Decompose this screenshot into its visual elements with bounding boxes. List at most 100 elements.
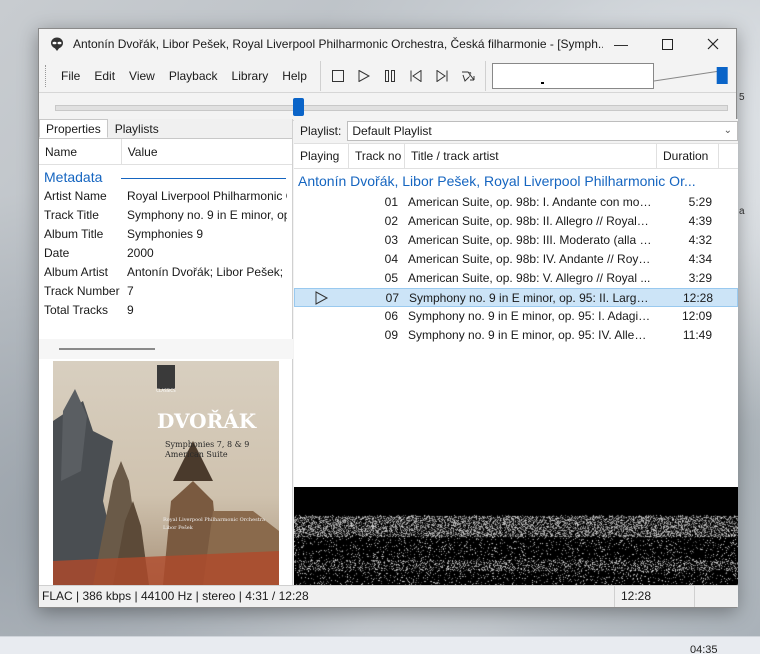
playing-cell (294, 307, 352, 326)
menu-edit[interactable]: Edit (87, 61, 122, 91)
track-row[interactable]: 07 Symphony no. 9 in E minor, op. 95: II.… (294, 288, 738, 307)
status-total-time: 12:28 (615, 586, 695, 607)
col-playing-header[interactable]: Playing (294, 144, 349, 168)
minimize-icon: — (614, 36, 628, 52)
track-title: American Suite, op. 98b: IV. Andante // … (408, 252, 652, 266)
left-tabs: Properties Playlists (39, 119, 292, 139)
playlist-panel: Playlist: Default Playlist ⌄ Playing Tra… (294, 119, 738, 585)
album-group-header[interactable]: Antonín Dvořák, Libor Pešek, Royal Liver… (294, 169, 714, 193)
alien-app-icon (49, 36, 65, 52)
close-button[interactable] (690, 29, 736, 59)
horizontal-scrollbar[interactable] (39, 339, 293, 359)
seek-track[interactable] (55, 105, 728, 111)
track-number: 04 (384, 252, 398, 266)
menu-help[interactable]: Help (275, 61, 314, 91)
tab-properties[interactable]: Properties (39, 119, 108, 138)
track-row[interactable]: 01 American Suite, op. 98b: I. Andante co… (294, 193, 738, 212)
svg-text:?: ? (468, 71, 472, 79)
title-bar[interactable]: Antonín Dvořák, Libor Pešek, Royal Liver… (39, 29, 736, 59)
track-row[interactable]: 06 Symphony no. 9 in E minor, op. 95: I. … (294, 307, 738, 326)
property-row[interactable]: Total Tracks 9 (39, 301, 292, 320)
col-title-header[interactable]: Title / track artist (405, 144, 657, 168)
property-name: Track Number (44, 284, 120, 298)
visualisation-box[interactable] (491, 62, 654, 89)
maximize-button[interactable] (644, 29, 690, 59)
stop-icon (331, 69, 344, 82)
track-duration: 12:28 (682, 291, 713, 305)
play-button[interactable] (353, 65, 375, 87)
properties-header: Name Value (39, 139, 292, 165)
menu-library[interactable]: Library (225, 61, 276, 91)
property-row[interactable]: Album Title Symphonies 9 (39, 225, 292, 244)
col-name-header[interactable]: Name (39, 139, 122, 164)
metadata-section-title: Metadata (39, 165, 292, 187)
track-duration: 4:39 (688, 214, 712, 228)
property-row[interactable]: Track Title Symphony no. 9 in E minor, op (39, 206, 292, 225)
property-value: Royal Liverpool Philharmonic O (127, 189, 287, 203)
pause-icon (384, 69, 395, 82)
col-value-header[interactable]: Value (122, 139, 292, 164)
status-stream-info: FLAC | 386 kbps | 44100 Hz | stereo | 4:… (39, 586, 615, 607)
vis-peak (540, 81, 544, 84)
minimize-button[interactable]: — (598, 29, 644, 59)
track-duration: 3:29 (688, 271, 712, 285)
album-conductor-text: Libor Pešek (163, 524, 194, 531)
property-row[interactable]: Date 2000 (39, 244, 292, 263)
track-number: 05 (384, 271, 398, 285)
album-label-text: CLASSICS (156, 388, 176, 393)
playing-cell (294, 326, 352, 345)
album-cover-image: CLASSICS DVOŘÁK Symphonies 7, 8 & 9 Amer… (53, 361, 279, 585)
pause-button[interactable] (379, 65, 401, 87)
track-duration: 11:49 (682, 328, 712, 342)
property-row[interactable]: Album Artist Antonín Dvořák; Libor Pešek;… (39, 263, 292, 282)
now-playing-icon (315, 291, 329, 305)
album-orchestra-text: Royal Liverpool Philharmonic Orchestra (163, 517, 265, 523)
track-title: American Suite, op. 98b: V. Allegro // R… (408, 271, 651, 285)
window-title: Antonín Dvořák, Libor Pešek, Royal Liver… (73, 37, 603, 51)
seek-bar[interactable] (39, 93, 736, 121)
playing-cell (294, 231, 352, 250)
playing-cell (294, 212, 352, 231)
track-row[interactable]: 09 Symphony no. 9 in E minor, op. 95: IV.… (294, 326, 738, 345)
seek-thumb[interactable] (293, 98, 304, 116)
property-row[interactable]: Track Number 7 (39, 282, 292, 301)
random-button[interactable]: ? (457, 65, 479, 87)
playlist-selected: Default Playlist (352, 124, 432, 138)
track-row[interactable]: 05 American Suite, op. 98b: V. Allegro //… (294, 269, 738, 288)
track-row[interactable]: 02 American Suite, op. 98b: II. Allegro /… (294, 212, 738, 231)
col-trackno-header[interactable]: Track no (349, 144, 405, 168)
next-button[interactable] (431, 65, 453, 87)
col-duration-header[interactable]: Duration (657, 144, 719, 168)
scrollbar-thumb[interactable] (59, 348, 155, 350)
metadata-label: Metadata (44, 169, 103, 185)
volume-control[interactable] (652, 63, 732, 89)
property-value: 2000 (127, 246, 154, 260)
menu-file[interactable]: File (54, 61, 87, 91)
track-number: 06 (384, 309, 398, 323)
track-title: Symphony no. 9 in E minor, op. 95: II. L… (409, 291, 653, 305)
transport-controls: ? (321, 60, 486, 91)
menu-view[interactable]: View (122, 61, 162, 91)
playlist-dropdown[interactable]: Default Playlist ⌄ (347, 121, 738, 141)
property-row[interactable]: Artist Name Royal Liverpool Philharmonic … (39, 187, 292, 206)
track-row[interactable]: 03 American Suite, op. 98b: III. Moderato… (294, 231, 738, 250)
previous-button[interactable] (405, 65, 427, 87)
playlist-selector-bar: Playlist: Default Playlist ⌄ (294, 119, 738, 143)
playing-cell (294, 250, 352, 269)
menu-playback[interactable]: Playback (162, 61, 225, 91)
track-number: 03 (384, 233, 398, 247)
track-row[interactable]: 04 American Suite, op. 98b: IV. Andante /… (294, 250, 738, 269)
track-number: 09 (384, 328, 398, 342)
playlist-label: Playlist: (300, 124, 342, 138)
toolbar-grip[interactable] (45, 64, 48, 87)
property-value: 9 (127, 303, 134, 317)
spectrogram-visualisation (294, 487, 738, 585)
track-number: 02 (384, 214, 398, 228)
toolbar: File Edit View Playback Library Help ? (39, 59, 736, 93)
stop-button[interactable] (327, 65, 349, 87)
track-number: 07 (385, 291, 399, 305)
taskbar-clock[interactable]: 04:35 (690, 644, 718, 654)
chevron-down-icon: ⌄ (723, 125, 732, 136)
tab-playlists[interactable]: Playlists (108, 119, 166, 138)
property-name: Artist Name (44, 189, 107, 203)
